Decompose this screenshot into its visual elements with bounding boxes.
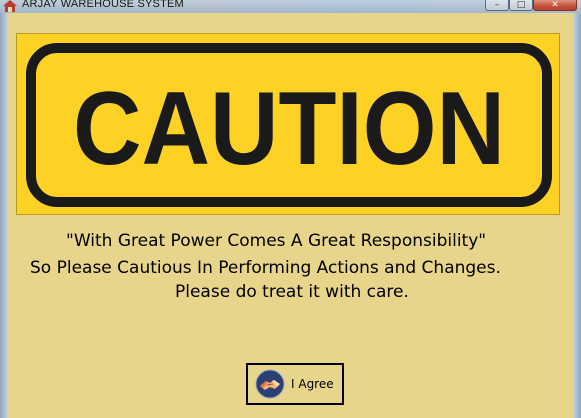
house-icon (3, 0, 17, 12)
close-button[interactable]: ✕ (533, 0, 577, 11)
handshake-icon (255, 369, 285, 399)
maximize-button[interactable]: □ (509, 0, 533, 11)
window-frame-left (0, 13, 8, 418)
caution-banner: CAUTION (16, 33, 560, 215)
quote-line: "With Great Power Comes A Great Responsi… (66, 231, 487, 251)
title-bar[interactable]: ARJAY WAREHOUSE SYSTEM – □ ✕ (0, 0, 581, 13)
caution-text: CAUTION (73, 71, 505, 187)
window-frame-right (573, 13, 581, 418)
minimize-button[interactable]: – (485, 0, 509, 11)
care-line: Please do treat it with care. (175, 282, 409, 302)
window-controls: – □ ✕ (485, 0, 577, 11)
warning-line: So Please Cautious In Performing Actions… (30, 258, 501, 278)
i-agree-label: I Agree (291, 377, 334, 391)
window-title: ARJAY WAREHOUSE SYSTEM (22, 0, 184, 10)
i-agree-button[interactable]: I Agree (246, 363, 344, 405)
dialog-body: CAUTION "With Great Power Comes A Great … (8, 13, 573, 418)
